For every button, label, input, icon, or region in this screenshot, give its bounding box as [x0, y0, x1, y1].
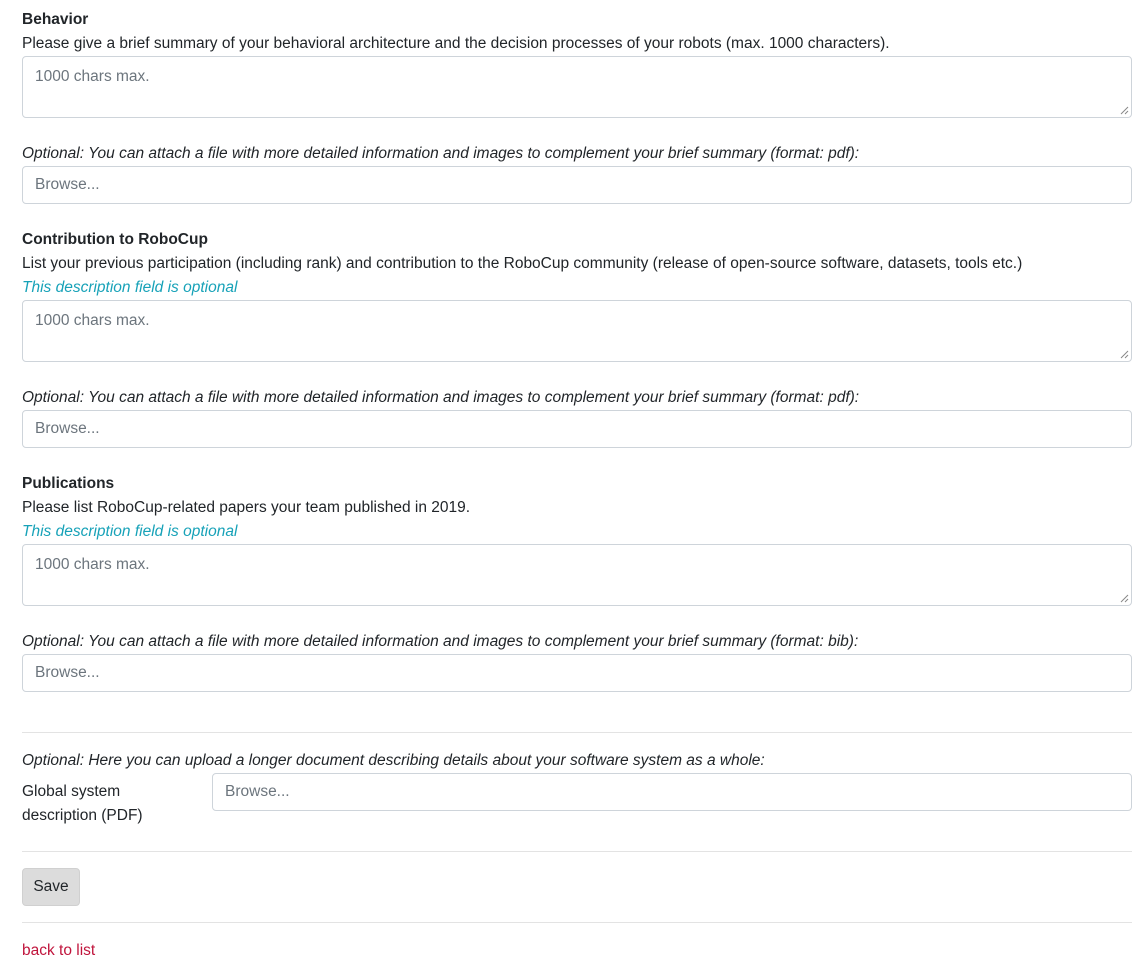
- publications-textarea-placeholder: 1000 chars max.: [35, 556, 150, 573]
- divider: [22, 732, 1132, 733]
- contribution-file-input[interactable]: Browse...: [22, 410, 1132, 448]
- publications-file-placeholder: Browse...: [35, 664, 100, 681]
- publications-description: Please list RoboCup-related papers your …: [22, 499, 471, 516]
- global-hint: Optional: Here you can upload a longer d…: [22, 752, 765, 769]
- resize-grip-icon[interactable]: [1119, 105, 1129, 115]
- behavior-description: Please give a brief summary of your beha…: [22, 35, 890, 52]
- publications-textarea[interactable]: 1000 chars max.: [22, 544, 1132, 606]
- global-file-input[interactable]: Browse...: [212, 773, 1132, 811]
- resize-grip-icon[interactable]: [1119, 349, 1129, 359]
- global-file-placeholder: Browse...: [225, 783, 290, 800]
- contribution-attach-hint: Optional: You can attach a file with mor…: [22, 389, 860, 406]
- behavior-heading: Behavior: [22, 11, 89, 28]
- contribution-file-placeholder: Browse...: [35, 420, 100, 437]
- back-to-list-link[interactable]: back to list: [22, 939, 95, 963]
- publications-attach-hint: Optional: You can attach a file with mor…: [22, 633, 859, 650]
- contribution-textarea-placeholder: 1000 chars max.: [35, 312, 150, 329]
- global-label-line2: description (PDF): [22, 807, 143, 824]
- resize-grip-icon[interactable]: [1119, 593, 1129, 603]
- divider: [22, 922, 1132, 923]
- behavior-attach-hint: Optional: You can attach a file with mor…: [22, 145, 860, 162]
- publications-file-input[interactable]: Browse...: [22, 654, 1132, 692]
- contribution-textarea[interactable]: 1000 chars max.: [22, 300, 1132, 362]
- contribution-optional-note: This description field is optional: [22, 279, 238, 296]
- save-button[interactable]: Save: [22, 868, 80, 906]
- divider: [22, 851, 1132, 852]
- behavior-file-placeholder: Browse...: [35, 176, 100, 193]
- publications-heading: Publications: [22, 475, 115, 492]
- contribution-heading: Contribution to RoboCup: [22, 231, 208, 248]
- global-label-line1: Global system: [22, 783, 121, 800]
- behavior-file-input[interactable]: Browse...: [22, 166, 1132, 204]
- behavior-textarea-placeholder: 1000 chars max.: [35, 68, 150, 85]
- contribution-description: List your previous participation (includ…: [22, 255, 1023, 272]
- publications-optional-note: This description field is optional: [22, 523, 238, 540]
- behavior-textarea[interactable]: 1000 chars max.: [22, 56, 1132, 118]
- global-label: Global system description (PDF): [22, 780, 202, 828]
